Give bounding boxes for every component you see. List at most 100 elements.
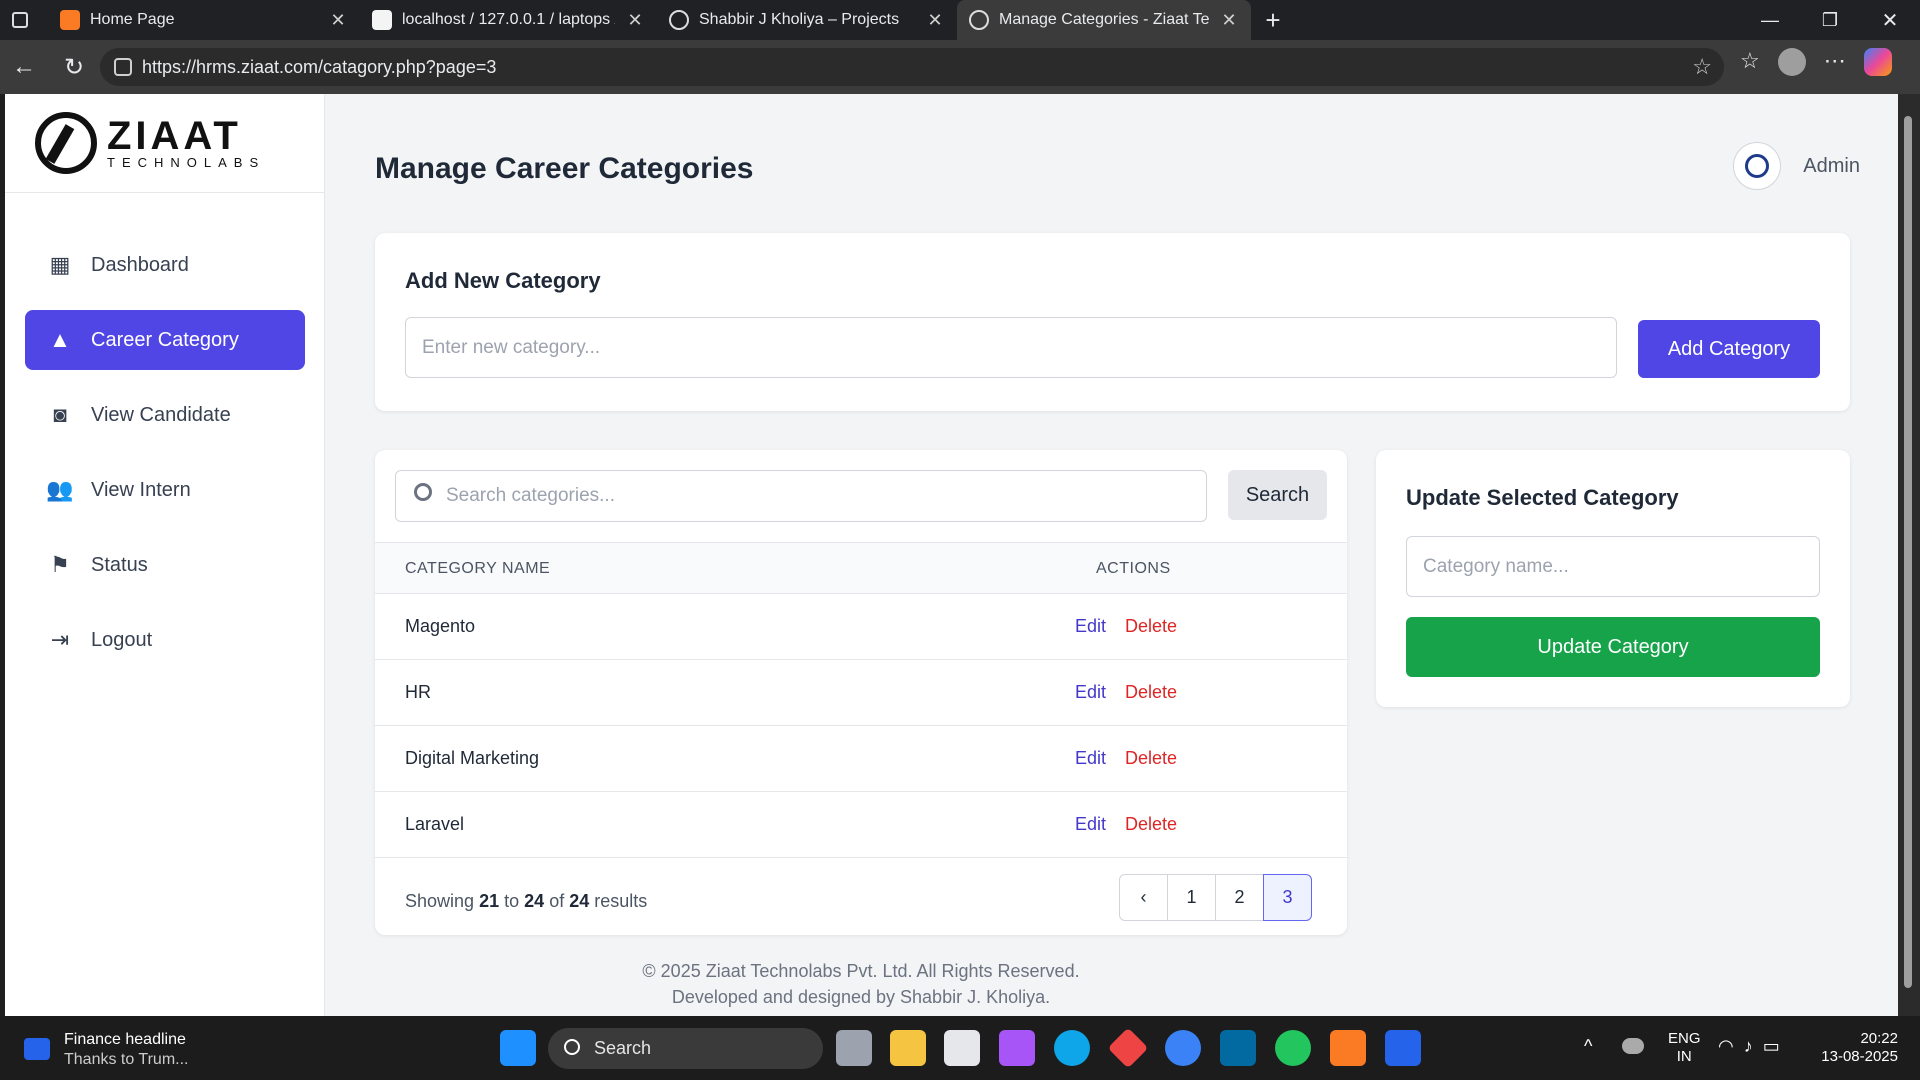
search-button-label: Search xyxy=(1245,483,1310,506)
user-avatar-icon xyxy=(1733,142,1782,190)
volume-icon: ♪ xyxy=(1743,1036,1753,1056)
sidebar-divider xyxy=(5,192,325,193)
page-footer: © 2025 Ziaat Technolabs Pvt. Ltd. All Ri… xyxy=(375,958,1347,1010)
vscode-icon[interactable] xyxy=(1385,1030,1421,1066)
copilot-app-icon[interactable] xyxy=(999,1030,1035,1066)
sidebar-item-label: Career Category xyxy=(91,328,239,351)
edge-browser-icon[interactable] xyxy=(1054,1030,1090,1066)
sidebar-item-logout[interactable]: ⇥ Logout xyxy=(25,610,305,670)
close-tab-icon[interactable]: ✕ xyxy=(925,10,945,31)
summary-to-word: to xyxy=(504,891,520,911)
tab-actions-button[interactable] xyxy=(0,0,40,40)
phpmyadmin-favicon-icon xyxy=(372,10,392,30)
reload-button[interactable]: ↻ xyxy=(54,47,94,87)
outlook-icon[interactable] xyxy=(1220,1030,1256,1066)
back-button[interactable]: ← xyxy=(4,47,44,87)
language-indicator[interactable]: ENG IN xyxy=(1668,1030,1701,1066)
site-info-icon[interactable] xyxy=(114,58,132,76)
summary-suffix: results xyxy=(594,891,648,911)
maximize-button[interactable]: ❐ xyxy=(1800,0,1860,40)
whatsapp-icon[interactable] xyxy=(1275,1030,1311,1066)
users-icon: 👥 xyxy=(46,477,74,502)
close-window-button[interactable]: ✕ xyxy=(1860,0,1920,40)
favorite-star-icon[interactable]: ☆ xyxy=(1692,54,1712,80)
summary-total: 24 xyxy=(569,891,590,911)
company-logo[interactable]: ZIAAT TECHNOLABS xyxy=(35,112,265,174)
previous-page-button[interactable]: ‹ xyxy=(1119,874,1168,921)
page-scrollbar[interactable] xyxy=(1898,94,1920,1016)
update-category-title: Update Selected Category xyxy=(1406,485,1679,510)
start-windows-icon[interactable] xyxy=(500,1030,536,1066)
onedrive-icon[interactable] xyxy=(1622,1038,1644,1054)
edit-link[interactable]: Edit xyxy=(1075,814,1106,835)
tab-projects[interactable]: Shabbir J Kholiya – Projects ✕ xyxy=(657,0,957,40)
favorites-icon[interactable]: ☆ xyxy=(1740,48,1760,76)
edit-link[interactable]: Edit xyxy=(1075,682,1106,703)
delete-link[interactable]: Delete xyxy=(1125,814,1177,835)
flag-icon: ⚑ xyxy=(50,552,70,577)
sidebar-item-status[interactable]: ⚑ Status xyxy=(25,535,305,595)
page-1-button[interactable]: 1 xyxy=(1167,874,1216,921)
show-hidden-icons-chevron-up-icon[interactable]: ^ xyxy=(1584,1036,1592,1057)
search-input[interactable]: Search categories... xyxy=(395,470,1207,522)
tab-manage-categories[interactable]: Manage Categories - Ziaat Techno ✕ xyxy=(957,0,1251,40)
close-tab-icon[interactable]: ✕ xyxy=(328,10,348,31)
sidebar-item-view-intern[interactable]: 👥 View Intern xyxy=(25,460,305,520)
clock-time: 20:22 xyxy=(1860,1030,1898,1047)
summary-of-word: of xyxy=(549,891,565,911)
edit-link[interactable]: Edit xyxy=(1075,616,1106,637)
sidebar: ZIAAT TECHNOLABS ▦ Dashboard ▲ Career Ca… xyxy=(5,94,325,1016)
logo-mark-icon xyxy=(35,112,97,174)
minimize-button[interactable]: — xyxy=(1740,0,1800,40)
more-options-icon[interactable]: ⋯ xyxy=(1824,48,1846,76)
page-3-button[interactable]: 3 xyxy=(1263,874,1312,921)
taskbar-search[interactable]: Search xyxy=(548,1028,823,1069)
column-header-category-name: CATEGORY NAME xyxy=(405,560,551,577)
sidebar-item-label: View Candidate xyxy=(91,403,231,426)
summary-from: 21 xyxy=(479,891,500,911)
sidebar-item-dashboard[interactable]: ▦ Dashboard xyxy=(25,235,305,295)
xampp-icon[interactable] xyxy=(1330,1030,1366,1066)
url-text: https://hrms.ziaat.com/catagory.php?page… xyxy=(142,56,497,77)
tab-home-page[interactable]: Home Page ✕ xyxy=(48,0,360,40)
delete-link[interactable]: Delete xyxy=(1125,682,1177,703)
category-name: Digital Marketing xyxy=(405,748,540,768)
delete-link[interactable]: Delete xyxy=(1125,616,1177,637)
close-tab-icon[interactable]: ✕ xyxy=(1219,10,1239,31)
add-category-button[interactable]: Add Category xyxy=(1638,320,1820,378)
search-button[interactable]: Search xyxy=(1228,470,1327,520)
news-widget-icon[interactable] xyxy=(24,1038,50,1060)
system-tray[interactable]: ◠ ♪ ▭ xyxy=(1718,1036,1780,1057)
table-row: HR Edit Delete xyxy=(375,660,1347,726)
store-icon[interactable] xyxy=(944,1030,980,1066)
clock[interactable]: 20:22 13-08-2025 xyxy=(1818,1030,1898,1066)
news-widget[interactable]: Finance headline Thanks to Trum... xyxy=(64,1030,188,1070)
file-explorer-icon[interactable] xyxy=(890,1030,926,1066)
page-2-button[interactable]: 2 xyxy=(1215,874,1264,921)
sidebar-item-view-candidate[interactable]: ◙ View Candidate xyxy=(25,385,305,445)
logo-brand: ZIAAT xyxy=(107,113,242,158)
globe-icon xyxy=(669,10,689,30)
copilot-icon[interactable] xyxy=(1863,48,1892,76)
browser-chrome: Home Page ✕ localhost / 127.0.0.1 / lapt… xyxy=(0,0,1920,94)
main-content: Manage Career Categories Admin Add New C… xyxy=(375,94,1860,1016)
anydesk-icon[interactable] xyxy=(1107,1027,1149,1069)
help-icon[interactable] xyxy=(1165,1030,1201,1066)
sidebar-item-label: View Intern xyxy=(91,478,191,501)
delete-link[interactable]: Delete xyxy=(1125,748,1177,769)
scrollbar-thumb[interactable] xyxy=(1904,116,1912,988)
edit-link[interactable]: Edit xyxy=(1075,748,1106,769)
sidebar-item-career-category[interactable]: ▲ Career Category xyxy=(25,310,305,370)
update-category-button[interactable]: Update Category xyxy=(1406,617,1820,677)
tab-localhost[interactable]: localhost / 127.0.0.1 / laptops / ad ✕ xyxy=(360,0,657,40)
credits-text: Developed and designed by Shabbir J. Kho… xyxy=(671,987,1051,1007)
user-menu[interactable]: Admin xyxy=(1733,142,1860,190)
new-category-input[interactable]: Enter new category... xyxy=(405,317,1617,378)
close-tab-icon[interactable]: ✕ xyxy=(625,10,645,31)
profile-avatar-icon[interactable] xyxy=(1777,48,1806,76)
new-tab-button[interactable]: + xyxy=(1251,0,1295,40)
sidebar-item-label: Logout xyxy=(91,628,153,651)
category-name-input[interactable]: Category name... xyxy=(1406,536,1820,597)
url-field[interactable]: https://hrms.ziaat.com/catagory.php?page… xyxy=(100,48,1724,86)
task-view-icon[interactable] xyxy=(836,1030,872,1066)
